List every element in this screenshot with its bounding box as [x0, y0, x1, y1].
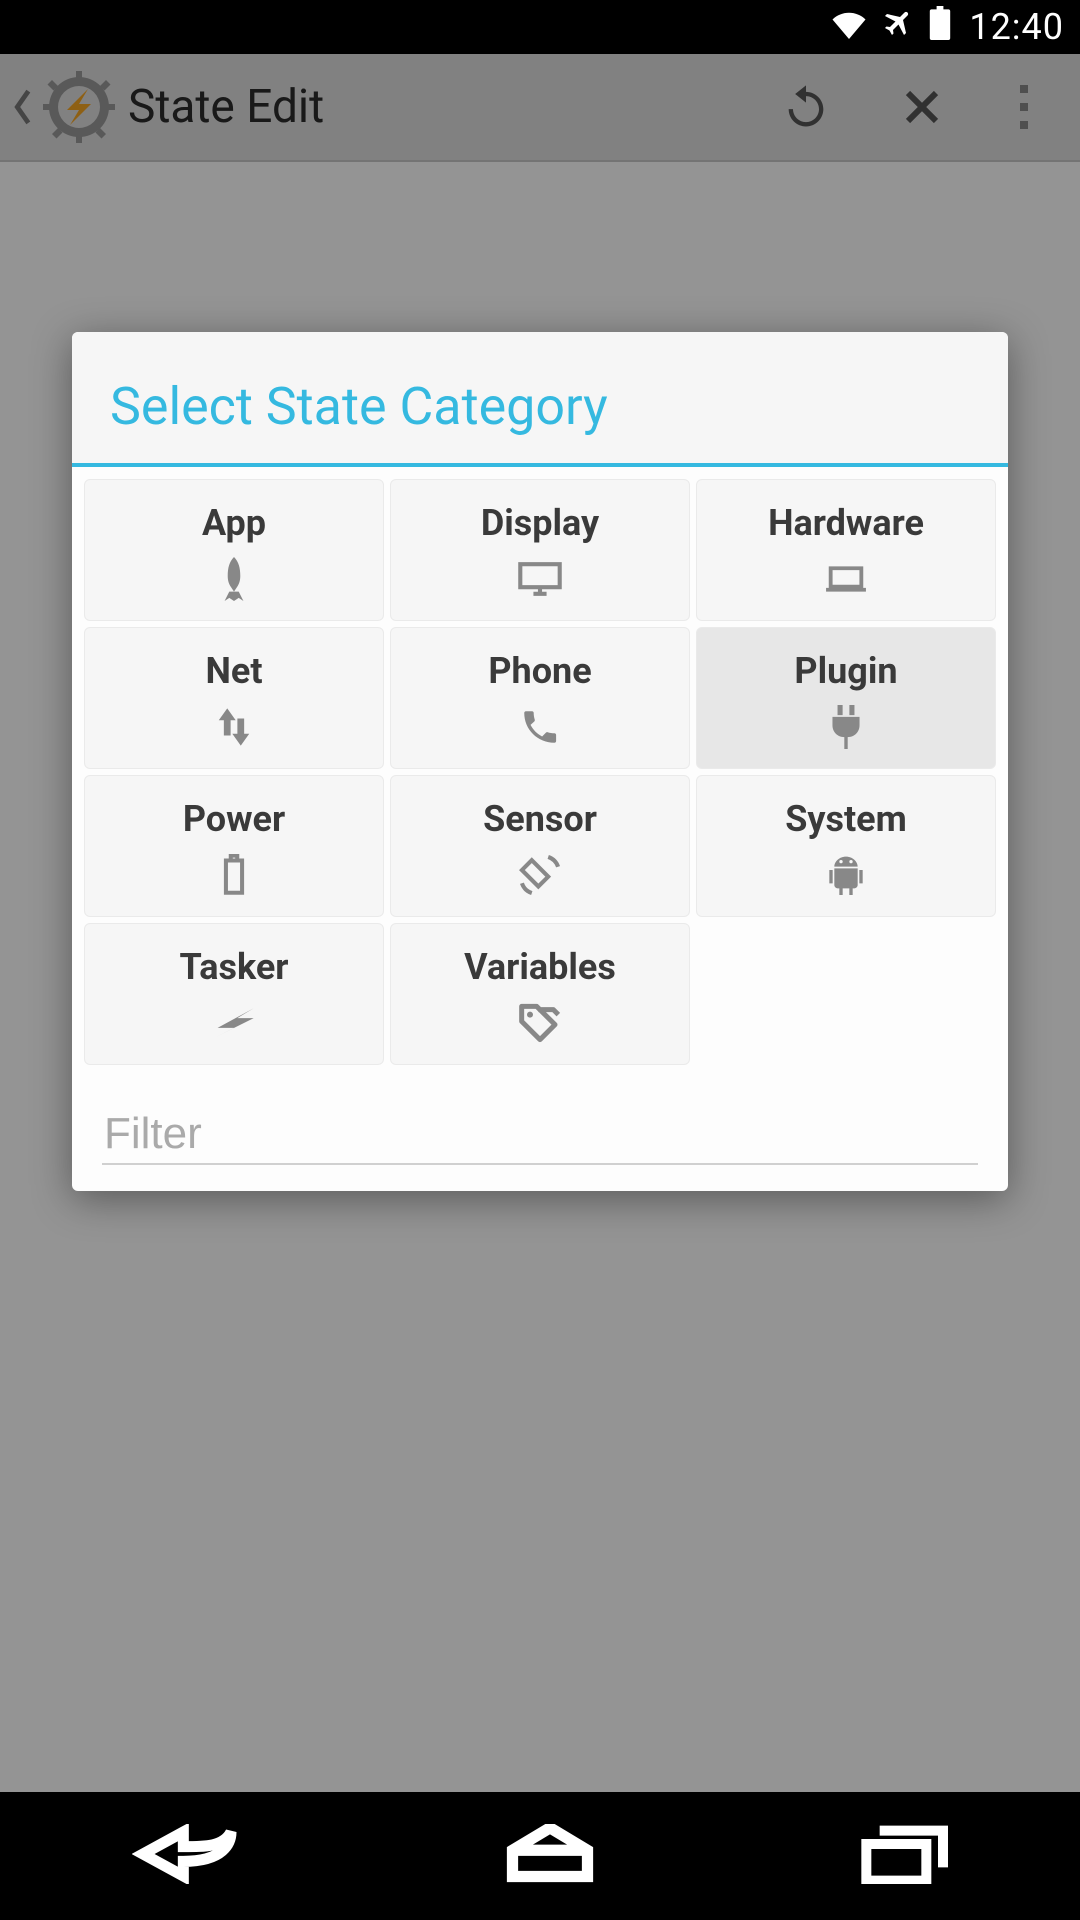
filter-input[interactable] [102, 1105, 978, 1165]
category-tile-power[interactable]: Power [84, 775, 384, 917]
tags-icon [517, 1000, 563, 1046]
dialog-title: Select State Category [110, 376, 970, 437]
nav-back-button[interactable] [132, 1824, 242, 1888]
category-label: Plugin [794, 650, 897, 692]
category-label: System [785, 798, 907, 840]
android-icon [823, 852, 869, 898]
category-label: Variables [464, 946, 616, 988]
rotate-icon [517, 852, 563, 898]
filter-wrap [72, 1065, 1008, 1165]
plug-icon [823, 704, 869, 750]
category-tile-display[interactable]: Display [390, 479, 690, 621]
battery-icon [211, 852, 257, 898]
status-bar: 12:40 [0, 0, 1080, 54]
category-tile-net[interactable]: Net [84, 627, 384, 769]
airplane-icon [881, 6, 915, 49]
category-tile-system[interactable]: System [696, 775, 996, 917]
category-label: Display [481, 502, 599, 544]
category-label: App [202, 502, 266, 544]
dialog-header: Select State Category [72, 332, 1008, 467]
nav-recent-button[interactable] [858, 1824, 948, 1888]
screen: 12:40 State Edit [0, 0, 1080, 1920]
category-label: Power [183, 798, 285, 840]
category-tile-hardware[interactable]: Hardware [696, 479, 996, 621]
category-tile-app[interactable]: App [84, 479, 384, 621]
category-label: Tasker [180, 946, 289, 988]
bolt-icon [211, 1000, 257, 1046]
status-clock: 12:40 [969, 6, 1064, 48]
updown-icon [211, 704, 257, 750]
category-label: Phone [488, 650, 591, 692]
battery-icon [929, 6, 951, 49]
category-tile-plugin[interactable]: Plugin [696, 627, 996, 769]
category-tile-sensor[interactable]: Sensor [390, 775, 690, 917]
category-tile-tasker[interactable]: Tasker [84, 923, 384, 1065]
category-dialog: Select State Category App Display Hardware… [72, 332, 1008, 1191]
wifi-icon [831, 6, 867, 48]
category-tile-phone[interactable]: Phone [390, 627, 690, 769]
category-label: Net [205, 650, 262, 692]
monitor-icon [517, 556, 563, 602]
category-label: Hardware [768, 502, 924, 544]
category-label: Sensor [483, 798, 597, 840]
nav-home-button[interactable] [505, 1824, 595, 1888]
phone-icon [517, 704, 563, 750]
laptop-icon [823, 556, 869, 602]
category-tile-variables[interactable]: Variables [390, 923, 690, 1065]
rocket-icon [211, 556, 257, 602]
category-grid: App Display Hardware Net Phone Plugin Power Sen… [72, 467, 1008, 1065]
nav-bar [0, 1792, 1080, 1920]
